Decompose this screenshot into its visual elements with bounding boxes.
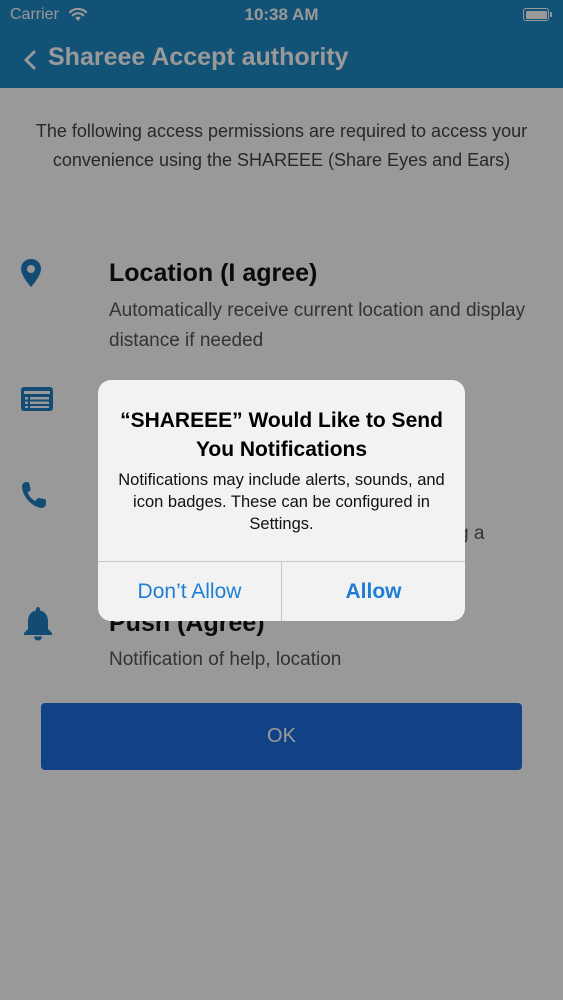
allow-button[interactable]: Allow: [282, 562, 465, 621]
notification-permission-alert: “SHAREEE” Would Like to Send You Notific…: [98, 380, 465, 621]
alert-message: Notifications may include alerts, sounds…: [118, 471, 445, 533]
alert-button-row: Don’t Allow Allow: [98, 561, 465, 621]
permission-screen: Carrier 10:38 AM Shareee Accept authorit…: [0, 0, 563, 1000]
alert-title: “SHAREEE” Would Like to Send You Notific…: [120, 409, 443, 461]
dont-allow-button[interactable]: Don’t Allow: [98, 562, 281, 621]
